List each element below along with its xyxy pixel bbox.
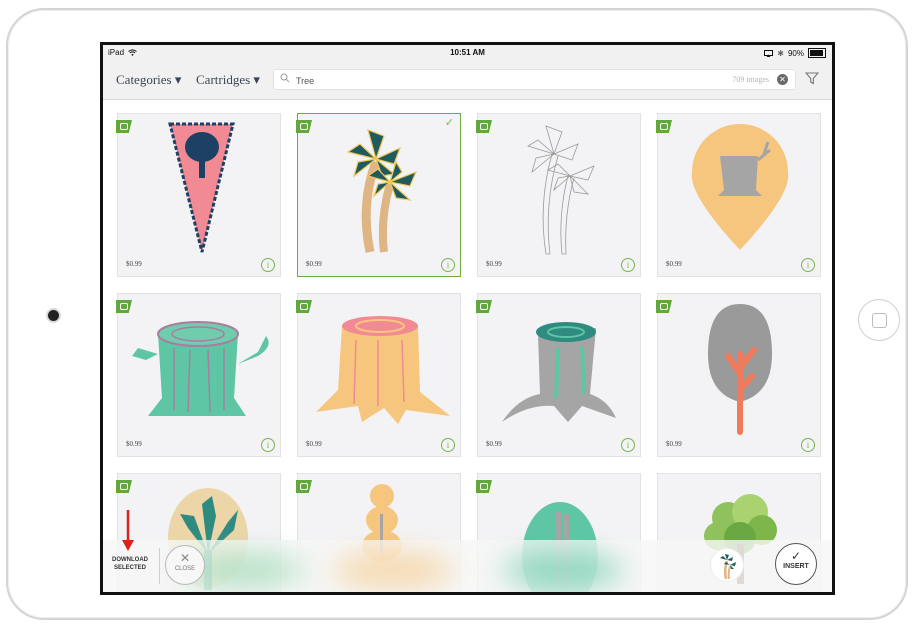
download-selected-button[interactable]: DOWNLOAD SELECTED (112, 556, 148, 572)
palm-trees-outline-image (527, 125, 595, 255)
image-card[interactable]: $0.99 i (116, 293, 281, 457)
card-price: $0.99 (486, 260, 502, 268)
peach-stump-image (316, 316, 450, 424)
info-icon[interactable]: i (621, 258, 635, 272)
image-card[interactable]: $0.99 i (116, 113, 281, 277)
info-icon[interactable]: i (801, 258, 815, 272)
glow-decoration (503, 552, 623, 588)
checkmark-icon: ✓ (444, 117, 454, 129)
palm-tree-thumbnail-icon (720, 554, 736, 580)
toolbar: Categories ▾ Cartridges ▾ 709 images ✕ (103, 61, 832, 100)
info-icon[interactable]: i (801, 438, 815, 452)
card-price: $0.99 (126, 440, 142, 448)
status-bar: iPad 10:51 AM ✱ 90% (103, 45, 832, 61)
info-icon[interactable]: i (441, 438, 455, 452)
download-line1: DOWNLOAD (112, 557, 148, 563)
search-icon (280, 73, 290, 83)
card-price: $0.99 (306, 440, 322, 448)
cartridges-dropdown[interactable]: Cartridges ▾ (196, 72, 260, 88)
info-icon[interactable]: i (441, 258, 455, 272)
grey-stump-image (502, 322, 616, 422)
glow-decoration (333, 552, 453, 588)
close-icon: ✕ (179, 551, 191, 565)
result-count: 709 images (732, 75, 769, 84)
clear-icon[interactable]: ✕ (777, 74, 788, 85)
close-button[interactable]: ✕ CLOSE (165, 545, 205, 585)
divider (159, 548, 160, 584)
image-card-selected[interactable]: ✓ $0.99 i (296, 113, 461, 277)
insert-button[interactable]: ✓ INSERT (775, 543, 817, 585)
battery-percent: 90% (787, 48, 804, 58)
camera-icon (48, 310, 59, 321)
info-icon[interactable]: i (261, 438, 275, 452)
airplay-icon (764, 49, 774, 57)
card-price: $0.99 (306, 260, 322, 268)
image-card[interactable]: $0.99 i (296, 293, 461, 457)
info-icon[interactable]: i (621, 438, 635, 452)
card-price: $0.99 (126, 260, 142, 268)
insert-label: INSERT (783, 563, 809, 570)
red-arrow-annotation-icon (122, 510, 134, 551)
download-line2: SELECTED (113, 565, 146, 571)
close-label: CLOSE (174, 566, 196, 572)
search-input[interactable] (294, 71, 698, 90)
pennant-tree-image (168, 122, 235, 253)
status-time: 10:51 AM (450, 48, 485, 57)
card-price: $0.99 (666, 440, 682, 448)
stump-pin-image (691, 124, 789, 250)
app-screen: iPad 10:51 AM ✱ 90% Categories ▾ Cartrid… (100, 42, 835, 595)
search-box[interactable]: 709 images ✕ (273, 69, 796, 90)
image-card[interactable]: $0.99 i (476, 293, 641, 457)
filter-icon[interactable] (805, 71, 819, 85)
teal-stump-image (132, 321, 269, 416)
card-price: $0.99 (486, 440, 502, 448)
selected-thumbnail[interactable] (710, 548, 744, 582)
bluetooth-icon: ✱ (777, 48, 784, 58)
palm-trees-image (346, 129, 418, 253)
bottom-bar: DOWNLOAD SELECTED ✕ CLOSE ✓ INSERT (103, 540, 832, 592)
image-card[interactable]: $0.99 i (476, 113, 641, 277)
checkmark-icon: ✓ (790, 549, 802, 563)
battery-icon (808, 48, 826, 58)
grey-tree-image (708, 304, 772, 435)
image-card[interactable]: $0.99 i (656, 113, 821, 277)
home-button[interactable] (858, 299, 900, 341)
image-card[interactable]: $0.99 i (656, 293, 821, 457)
card-price: $0.99 (666, 260, 682, 268)
info-icon[interactable]: i (261, 258, 275, 272)
categories-dropdown[interactable]: Categories ▾ (116, 72, 181, 88)
